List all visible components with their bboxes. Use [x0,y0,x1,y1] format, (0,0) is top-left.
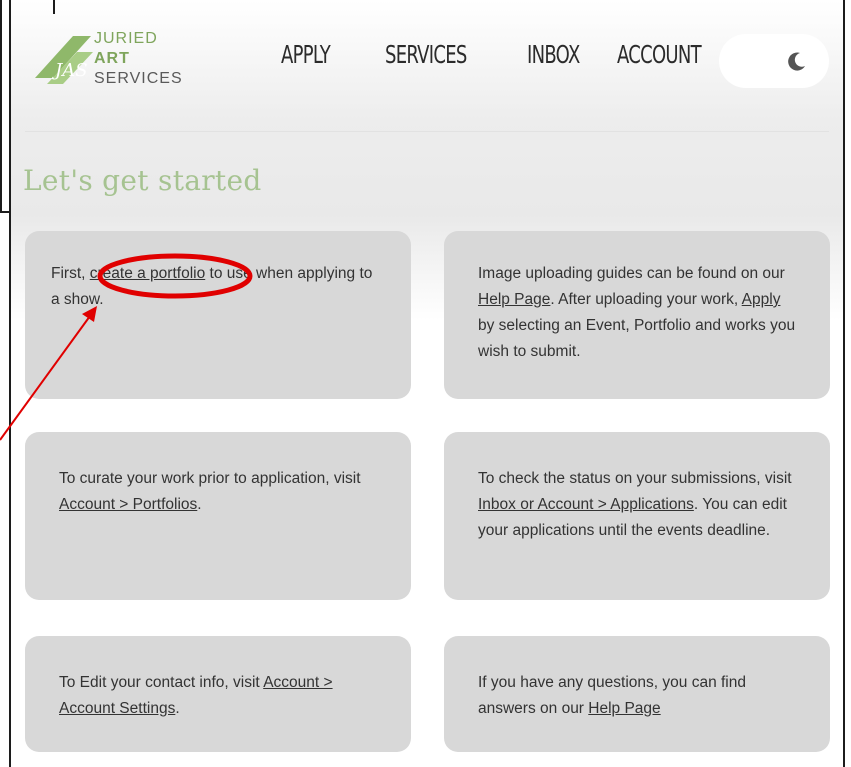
juried-art-services-logo[interactable]: JAS JURIED ART SERVICES [33,28,183,93]
logo-line-2: ART [94,50,130,67]
info-card-upload-guides: Image uploading guides can be found on o… [444,231,830,399]
help-page-link[interactable]: Help Page [478,291,550,308]
card-text: To curate your work prior to application… [59,470,361,487]
inbox-applications-link[interactable]: Inbox or Account > Applications [478,496,694,513]
app-window: JAS JURIED ART SERVICES APPLY SERVICES I… [9,0,845,767]
create-portfolio-link[interactable]: create a portfolio [90,265,205,282]
nav-services[interactable]: SERVICES [385,40,467,69]
info-card-questions: If you have any questions, you can find … [444,636,830,752]
page-title: Let's get started [23,164,262,197]
info-card-status: To check the status on your submissions,… [444,432,830,600]
nav-account[interactable]: ACCOUNT [617,40,702,69]
window-edge-left [0,0,2,213]
nav-apply[interactable]: APPLY [281,40,331,69]
card-text: To check the status on your submissions,… [478,470,792,487]
nav-inbox[interactable]: INBOX [527,40,580,69]
help-page-link-2[interactable]: Help Page [588,700,660,717]
account-portfolios-link[interactable]: Account > Portfolios [59,496,197,513]
header-divider [25,131,829,132]
card-text: . [175,700,180,717]
card-text: by selecting an Event, Portfolio and wor… [478,317,796,360]
card-text: To Edit your contact info, visit [59,674,264,691]
window-edge-tick [53,0,55,14]
card-text: . After uploading your work, [550,291,742,308]
card-text: Image uploading guides can be found on o… [478,265,785,282]
card-text: . [197,496,202,513]
logo-line-3: SERVICES [94,70,183,87]
apply-link[interactable]: Apply [742,291,781,308]
info-card-portfolio: First, create a portfolio to use when ap… [25,231,411,399]
theme-toggle[interactable] [719,34,829,88]
logo-line-1: JURIED [94,30,158,47]
logo-mark-text: JAS [51,60,88,81]
moon-icon [788,52,805,71]
card-text: First, [51,265,90,282]
info-card-contact: To Edit your contact info, visit Account… [25,636,411,752]
info-card-curate: To curate your work prior to application… [25,432,411,600]
logo-mark-icon: JAS [35,36,93,84]
